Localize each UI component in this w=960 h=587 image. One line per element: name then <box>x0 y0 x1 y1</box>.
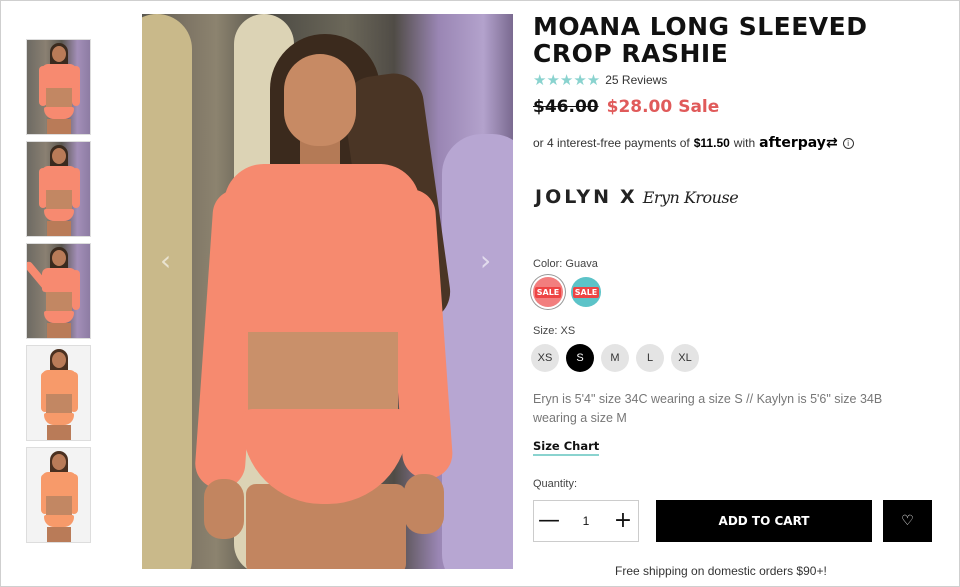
thumbnail-gallery <box>26 39 92 549</box>
next-image-arrow-icon[interactable]: › <box>480 244 496 280</box>
info-icon[interactable]: i <box>842 137 854 149</box>
wishlist-heart-icon[interactable]: ♡ <box>883 500 932 542</box>
sale-price: $28.00 <box>606 97 673 117</box>
thumbnail-2[interactable] <box>26 141 91 237</box>
size-xl[interactable]: XL <box>671 344 699 372</box>
thumbnail-4[interactable] <box>26 345 91 441</box>
size-label: Size: XS <box>533 325 576 337</box>
size-chart-link[interactable]: Size Chart <box>533 439 600 456</box>
sale-label: Sale <box>678 97 720 117</box>
quantity-stepper: — + <box>533 500 639 542</box>
brand-logo: JOLYN <box>535 186 613 208</box>
swatch-guava[interactable]: SALE <box>533 277 563 307</box>
thumbnail-1[interactable] <box>26 39 91 135</box>
collab-x: X <box>620 186 635 208</box>
afterpay-arrow-icon: ⇄ <box>825 135 838 151</box>
sale-badge: SALE <box>534 286 562 298</box>
thumbnail-5[interactable] <box>26 447 91 543</box>
main-product-image[interactable]: ‹ › <box>142 14 513 569</box>
page-frame: ‹ › MOANA LONG SLEEVED CROP RASHIE ★★★★★… <box>0 0 960 587</box>
quantity-input[interactable] <box>566 514 606 528</box>
swatch-teal[interactable]: SALE <box>571 277 601 307</box>
thumbnail-3[interactable] <box>26 243 91 339</box>
star-rating-icon: ★★★★★ <box>533 71 601 89</box>
fit-note: Eryn is 5'4" size 34C wearing a size S /… <box>533 392 883 425</box>
size-xs[interactable]: XS <box>531 344 559 372</box>
color-label: Color: Guava <box>533 258 598 270</box>
add-to-cart-button[interactable]: ADD TO CART <box>656 500 872 542</box>
quantity-minus-button[interactable]: — <box>534 501 564 541</box>
shipping-note: Free shipping on domestic orders $90+! <box>615 564 827 578</box>
afterpay-with: with <box>733 136 756 150</box>
quantity-plus-button[interactable]: + <box>608 501 638 541</box>
afterpay-logo: afterpay⇄ <box>759 135 838 151</box>
afterpay-amount: $11.50 <box>693 136 730 150</box>
signature-logo: Eryn Krouse <box>642 187 739 207</box>
product-title: MOANA LONG SLEEVED CROP RASHIE <box>533 12 868 68</box>
reviews-link[interactable]: 25 Reviews <box>605 73 667 87</box>
collab-logo: JOLYN X Eryn Krouse <box>535 186 739 208</box>
quantity-label: Quantity: <box>533 478 578 490</box>
size-l[interactable]: L <box>636 344 664 372</box>
size-m[interactable]: M <box>601 344 629 372</box>
size-s[interactable]: S <box>566 344 594 372</box>
color-swatches: SALE SALE <box>533 277 609 307</box>
prev-image-arrow-icon[interactable]: ‹ <box>160 244 176 280</box>
afterpay-info: or 4 interest-free payments of $11.50 wi… <box>533 135 854 151</box>
original-price: $46.00 <box>533 97 599 117</box>
price-row: $46.00 $28.00 Sale <box>533 97 943 117</box>
rating: ★★★★★ 25 Reviews <box>533 71 943 89</box>
afterpay-prefix: or 4 interest-free payments of <box>533 136 690 150</box>
product-info: MOANA LONG SLEEVED CROP RASHIE ★★★★★ 25 … <box>531 12 943 578</box>
size-options: XS S M L XL <box>531 344 706 372</box>
sale-badge: SALE <box>572 286 600 298</box>
